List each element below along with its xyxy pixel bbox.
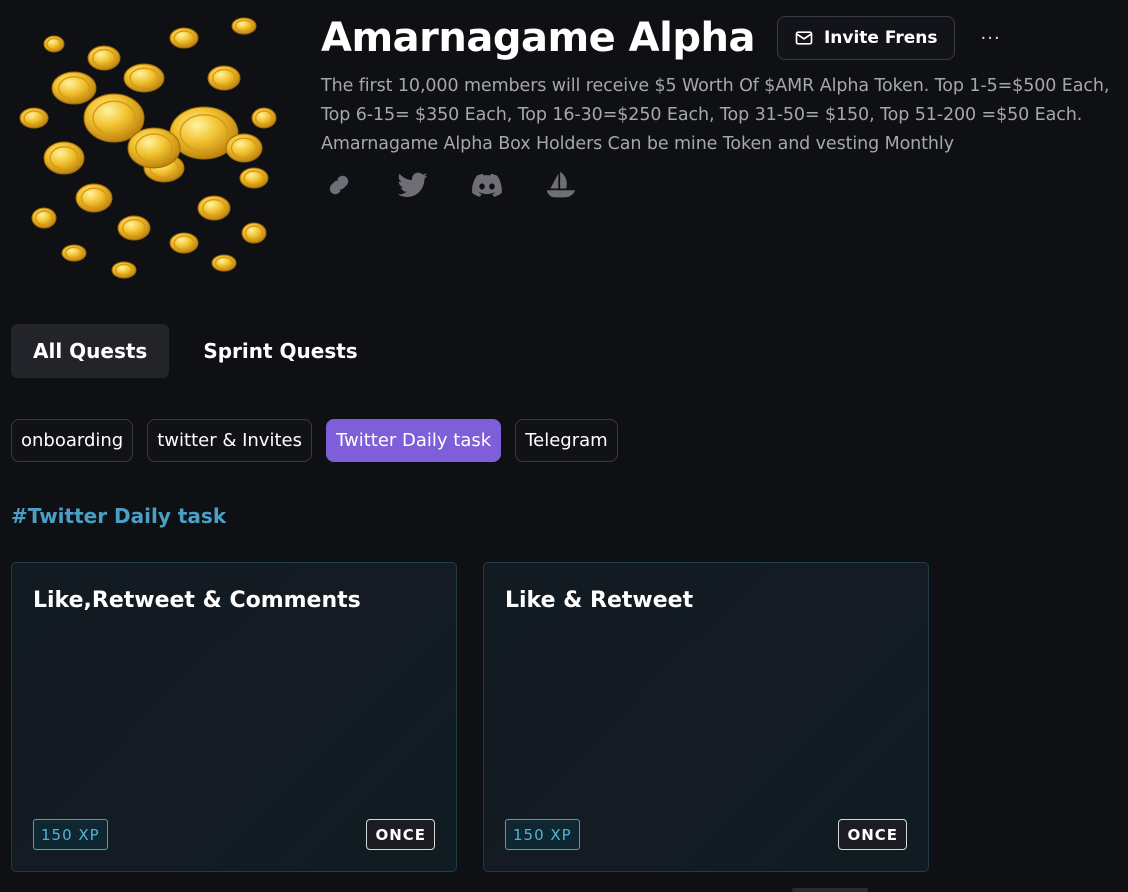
twitter-icon[interactable] <box>398 170 428 200</box>
chip-twitter-daily-task[interactable]: Twitter Daily task <box>325 419 502 462</box>
tab-sprint-quests[interactable]: Sprint Quests <box>181 324 379 378</box>
social-links <box>324 170 576 200</box>
frequency-badge: ONCE <box>838 819 907 850</box>
link-icon[interactable] <box>324 170 354 200</box>
invite-frens-button[interactable]: Invite Frens <box>776 16 955 60</box>
xp-badge: 150 XP <box>505 819 580 850</box>
chip-onboarding[interactable]: onboarding <box>11 419 134 462</box>
quest-page: Amarnagame Alpha Invite Frens ··· The fi… <box>0 0 1128 892</box>
invite-frens-label: Invite Frens <box>823 28 938 48</box>
quest-card-title: Like & Retweet <box>505 588 694 613</box>
project-description: The first 10,000 members will receive $5… <box>321 76 1110 154</box>
category-filters: onboarding twitter & Invites Twitter Dai… <box>11 419 618 462</box>
frequency-badge: ONCE <box>366 819 435 850</box>
discord-icon[interactable] <box>472 170 502 200</box>
xp-badge: 150 XP <box>33 819 108 850</box>
chip-twitter-invites[interactable]: twitter & Invites <box>147 419 312 462</box>
quest-tabs: All Quests Sprint Quests <box>11 324 380 378</box>
quest-card[interactable]: Like & Retweet 150 XP ONCE <box>483 562 929 872</box>
more-options-button[interactable]: ··· <box>981 28 1001 49</box>
tab-all-quests[interactable]: All Quests <box>11 324 170 378</box>
section-title: #Twitter Daily task <box>11 504 227 528</box>
scroll-indicator[interactable] <box>792 888 868 892</box>
opensea-icon[interactable] <box>546 170 576 200</box>
mail-icon <box>795 31 813 45</box>
page-title: Amarnagame Alpha <box>321 15 755 61</box>
quest-card-title: Like,Retweet & Comments <box>33 588 361 613</box>
project-logo-coins <box>19 17 277 279</box>
chip-telegram[interactable]: Telegram <box>515 419 618 462</box>
quest-card[interactable]: Like,Retweet & Comments 150 XP ONCE <box>11 562 457 872</box>
title-row: Amarnagame Alpha Invite Frens ··· <box>321 14 1001 62</box>
